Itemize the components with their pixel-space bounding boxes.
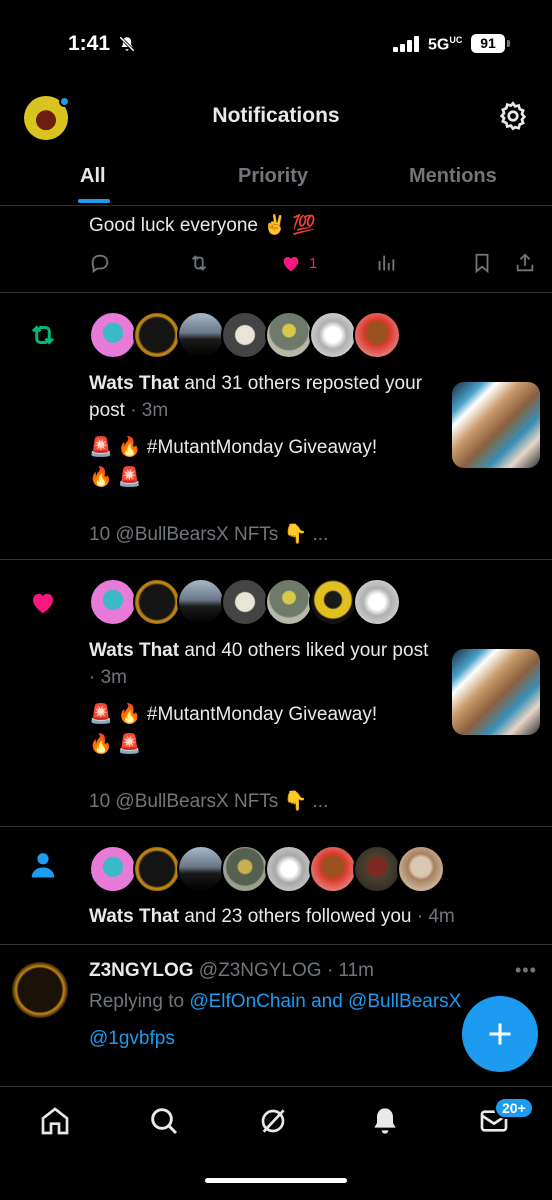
repost-icon [31, 325, 55, 345]
post-preview-line: 🚨 🔥 #MutantMonday Giveaway! [89, 704, 378, 725]
avatar[interactable] [177, 578, 225, 626]
replying-prefix: Replying to [89, 991, 190, 1012]
avatar[interactable] [133, 311, 181, 359]
battery-indicator: 91 [471, 34, 505, 53]
network-type: 5GUC [428, 35, 462, 54]
cellular-signal-icon [393, 36, 419, 52]
messages-badge: 20+ [494, 1097, 534, 1119]
network-label: 5G [428, 36, 450, 54]
post-mention[interactable]: @1gvbfps [89, 1028, 175, 1050]
actor-name[interactable]: Wats That [89, 906, 179, 927]
notification-action: and 40 others liked your post [179, 640, 429, 661]
avatar[interactable] [89, 578, 137, 626]
tab-active-indicator [78, 199, 110, 203]
post-text: Good luck everyone ✌️ 💯 [89, 215, 316, 236]
gear-icon[interactable] [497, 100, 529, 132]
notification-follow[interactable]: Wats That and 23 others followed you · 4… [0, 827, 552, 944]
page-title: Notifications [212, 104, 340, 127]
post-preview-line: 🔥 🚨 [89, 467, 142, 488]
avatar[interactable] [309, 311, 357, 359]
avatar[interactable] [177, 845, 225, 893]
timestamp: · 3m [124, 400, 169, 421]
grok-icon[interactable] [257, 1105, 289, 1137]
bell-icon[interactable] [369, 1105, 401, 1137]
status-time: 1:41 [68, 32, 111, 55]
status-bar: 1:41 5GUC 91 [0, 0, 552, 90]
network-sup: UC [449, 35, 463, 45]
post-preview: 🚨 🔥 #MutantMonday Giveaway! 🔥 🚨 [89, 433, 439, 493]
avatar[interactable] [133, 578, 181, 626]
post-thumbnail[interactable] [452, 649, 540, 735]
home-indicator [205, 1178, 347, 1183]
avatar[interactable] [309, 845, 357, 893]
avatar[interactable] [265, 311, 313, 359]
avatar[interactable] [265, 578, 313, 626]
avatar[interactable] [353, 578, 401, 626]
notification-text: Wats That and 23 others followed you · 4… [89, 903, 529, 930]
heart-icon [33, 593, 53, 614]
tab-bar: All Priority Mentions [0, 150, 552, 206]
timestamp: · 3m [89, 667, 127, 688]
post-thumbnail[interactable] [452, 382, 540, 468]
author-name[interactable]: Z3NGYLOG [89, 960, 194, 981]
tab-all[interactable]: All [80, 165, 106, 188]
post-preview-line: 🔥 🚨 [89, 734, 142, 755]
avatar[interactable] [89, 845, 137, 893]
compose-button[interactable] [462, 996, 538, 1072]
header: Notifications [0, 90, 552, 146]
author-avatar[interactable] [12, 962, 68, 1018]
notification-text: Wats That and 31 others reposted your po… [89, 370, 439, 424]
avatar[interactable] [265, 845, 313, 893]
timestamp: · 4m [411, 906, 455, 927]
avatar[interactable] [221, 311, 269, 359]
notification-action: and 23 others followed you [179, 906, 412, 927]
reply-icon[interactable] [89, 252, 111, 274]
post-preview-footer: 10 @BullBearsX NFTs 👇 ... [89, 791, 329, 812]
notification-text: Wats That and 40 others liked your post … [89, 637, 439, 691]
avatar[interactable] [309, 578, 357, 626]
timestamp: · 11m [326, 960, 375, 981]
heart-icon[interactable] [280, 252, 302, 274]
battery-tip [507, 40, 510, 47]
repost-icon[interactable] [188, 252, 210, 274]
avatar[interactable] [221, 578, 269, 626]
share-icon[interactable] [514, 252, 536, 274]
more-options-icon[interactable]: ••• [515, 960, 537, 981]
post-preview: 🚨 🔥 #MutantMonday Giveaway! 🔥 🚨 [89, 700, 439, 760]
tab-mentions[interactable]: Mentions [409, 165, 497, 188]
plus-icon [489, 1023, 511, 1045]
person-icon [31, 853, 55, 878]
avatar[interactable] [397, 845, 445, 893]
post-preview-footer: 10 @BullBearsX NFTs 👇 ... [89, 524, 329, 545]
avatar[interactable] [353, 311, 401, 359]
views-icon[interactable] [375, 252, 397, 274]
notification-like[interactable]: Wats That and 40 others liked your post … [0, 560, 552, 826]
notification-repost[interactable]: Wats That and 31 others reposted your po… [0, 293, 552, 559]
actor-name[interactable]: Wats That [89, 373, 179, 394]
divider [0, 944, 552, 945]
avatar[interactable] [133, 845, 181, 893]
post-actions: 1 [0, 252, 552, 276]
avatar[interactable] [89, 311, 137, 359]
like-count: 1 [309, 255, 318, 272]
tab-priority[interactable]: Priority [238, 165, 308, 188]
replying-to: Replying to @ElfOnChain and @BullBearsX [89, 991, 461, 1013]
replying-to-mentions[interactable]: @ElfOnChain and @BullBearsX [189, 991, 461, 1012]
avatar[interactable] [177, 311, 225, 359]
search-icon[interactable] [148, 1105, 180, 1137]
author-handle[interactable]: @Z3NGYLOG [199, 960, 322, 981]
post-preview-line: 🚨 🔥 #MutantMonday Giveaway! [89, 437, 378, 458]
bookmark-icon[interactable] [471, 252, 493, 274]
home-icon[interactable] [39, 1105, 71, 1137]
avatar[interactable] [221, 845, 269, 893]
bell-muted-icon [119, 36, 135, 52]
actor-name[interactable]: Wats That [89, 640, 179, 661]
avatar[interactable] [353, 845, 401, 893]
post-author: Z3NGYLOG @Z3NGYLOG · 11m [89, 960, 374, 982]
